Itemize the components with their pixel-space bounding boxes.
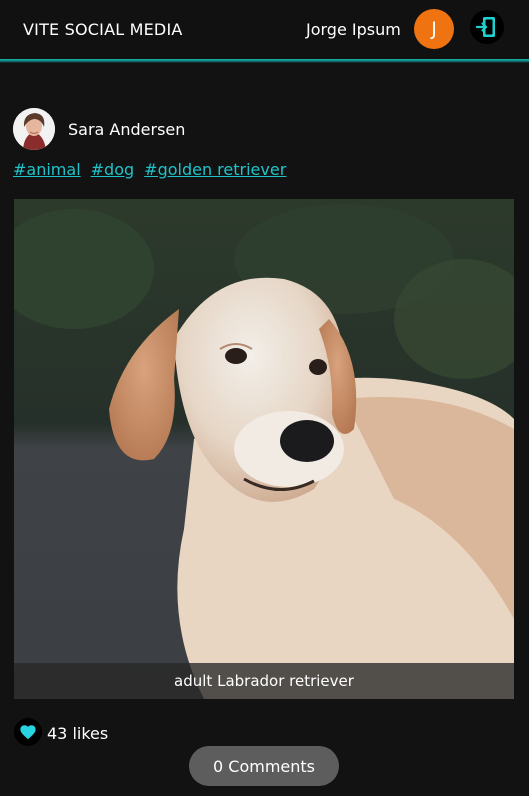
logout-button[interactable] (470, 10, 504, 44)
author-name[interactable]: Sara Andersen (68, 120, 185, 139)
current-username: Jorge Ipsum (306, 20, 401, 39)
logout-door-icon (475, 17, 495, 37)
like-button[interactable] (14, 718, 42, 746)
navbar-accent-line (0, 59, 529, 63)
post-tags: #animal #dog #golden retriever (13, 160, 286, 179)
user-avatar[interactable]: J (414, 9, 454, 49)
likes-label: likes (72, 724, 109, 743)
author-photo (13, 108, 55, 150)
likes-count: 43 likes (47, 724, 108, 743)
tag-dog[interactable]: #dog (91, 160, 135, 179)
dog-photo (14, 199, 514, 699)
heart-icon (20, 725, 36, 740)
likes-number: 43 (47, 724, 68, 743)
tag-animal[interactable]: #animal (13, 160, 81, 179)
image-caption: adult Labrador retriever (14, 663, 514, 699)
post-image[interactable] (14, 199, 514, 699)
app-brand[interactable]: VITE SOCIAL MEDIA (23, 20, 183, 39)
author-avatar[interactable] (13, 108, 55, 150)
comments-button[interactable]: 0 Comments (189, 746, 339, 786)
tag-golden-retriever[interactable]: #golden retriever (144, 160, 286, 179)
top-navbar: VITE SOCIAL MEDIA Jorge Ipsum J (0, 0, 529, 63)
